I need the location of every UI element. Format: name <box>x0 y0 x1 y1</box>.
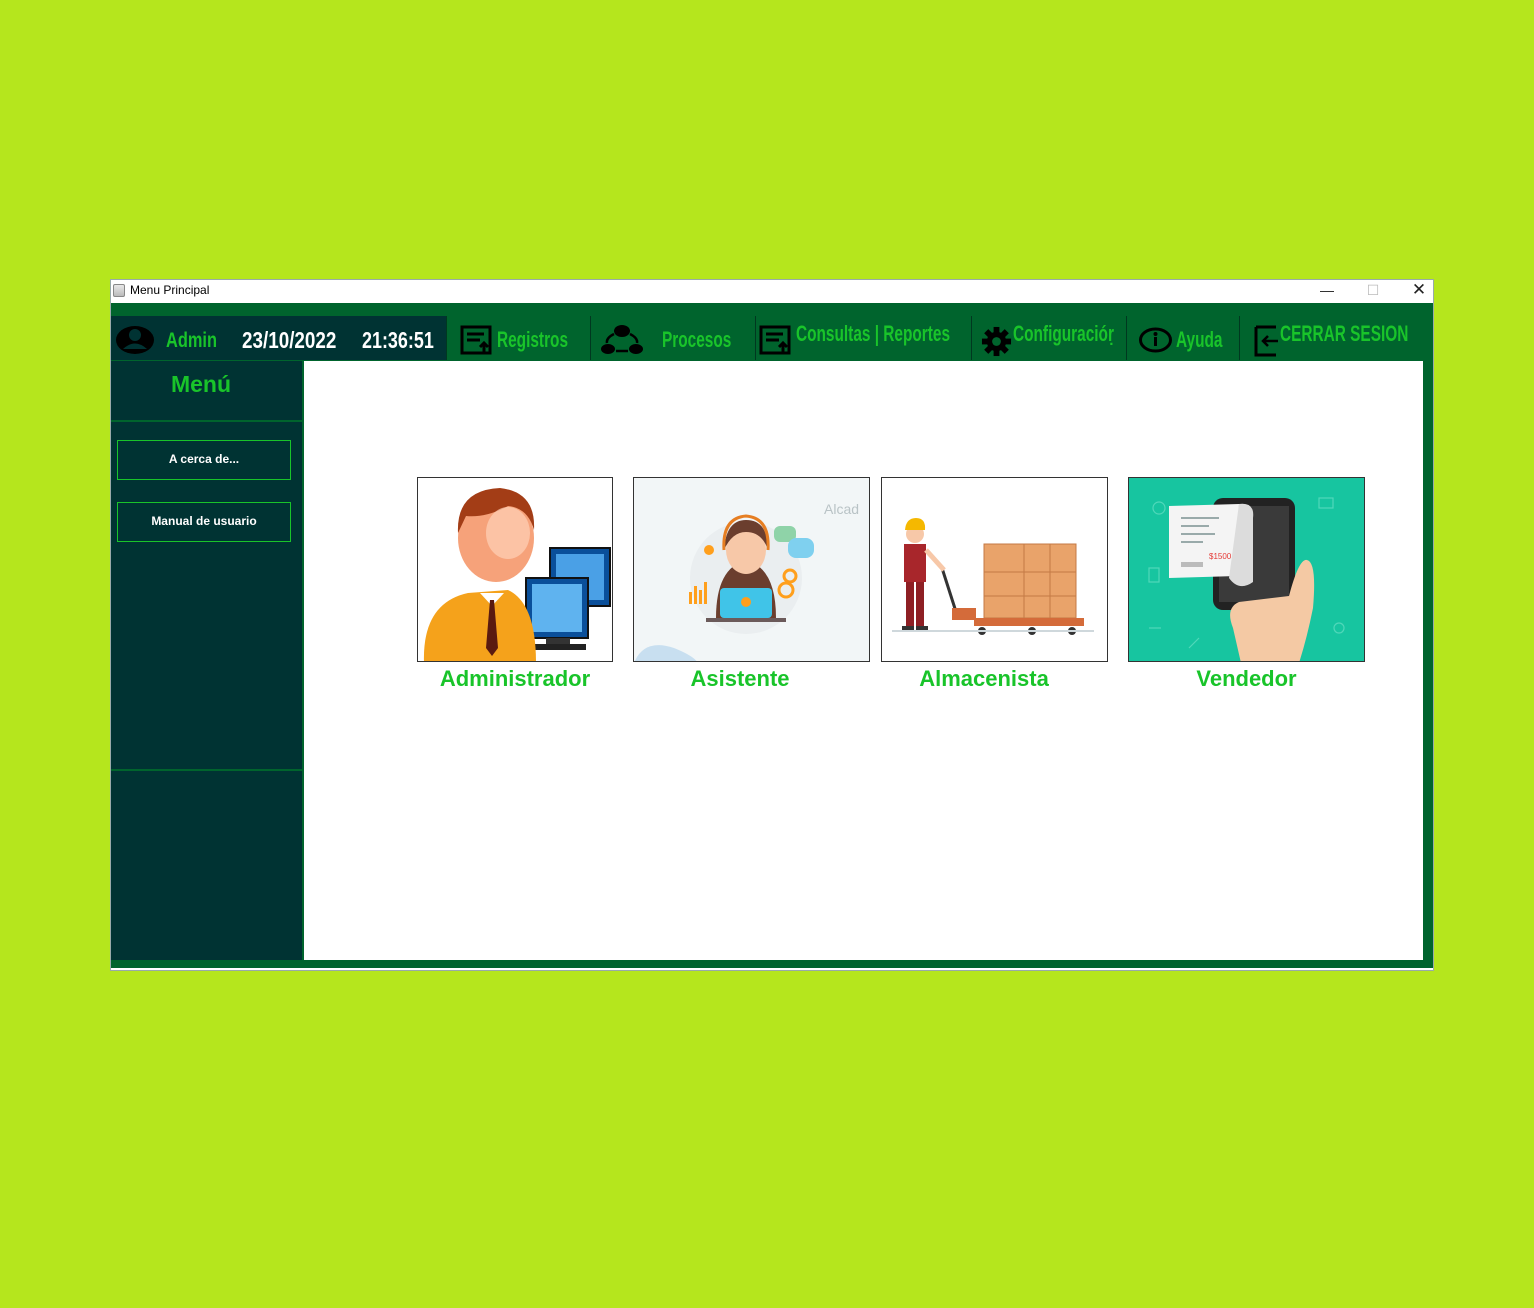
user-panel: Admin 23/10/2022 21:36:51 <box>111 316 446 360</box>
administrator-illustration <box>424 488 611 661</box>
consultas-reportes-button[interactable]: Consultas | Reportes <box>755 316 971 360</box>
time-label: 21:36:51 <box>362 327 434 353</box>
registros-button[interactable]: Registros <box>446 316 590 360</box>
title-bar: Menu Principal — ☐ ✕ <box>111 280 1433 303</box>
registros-label: Registros <box>497 327 569 352</box>
cerrar-sesion-label: CERRAR SESION <box>1280 321 1409 346</box>
sidebar: Menú A cerca de... Manual de usuario <box>111 361 304 960</box>
seller-phone-illustration: $1500 <box>1148 497 1345 661</box>
menu-title: Menú <box>170 371 232 397</box>
main-window: Menu Principal — ☐ ✕ Admin 23/10/2022 21… <box>110 279 1434 971</box>
receipt-amount: $1500 <box>1209 552 1232 561</box>
content-panel: Administrador Alcad Asistente Almacenist… <box>304 364 1423 958</box>
logout-icon <box>1254 325 1278 357</box>
user-manual-button[interactable]: Manual de usuario <box>117 502 291 542</box>
bottom-frame <box>111 960 1433 968</box>
right-frame <box>1423 361 1433 960</box>
minimize-button[interactable]: — <box>1304 280 1350 302</box>
ayuda-button[interactable]: Ayuda <box>1126 316 1239 360</box>
gear-icon <box>981 326 1012 357</box>
about-button[interactable]: A cerca de... <box>117 440 291 480</box>
top-stripe <box>111 303 1433 313</box>
procesos-label: Procesos <box>662 327 732 352</box>
warehouse-worker-illustration <box>892 518 1094 635</box>
username-label: Admin <box>166 329 217 352</box>
toolbar: Admin 23/10/2022 21:36:51 Registros Proc… <box>111 313 1433 361</box>
report-icon <box>759 325 791 355</box>
seller-card[interactable]: $1500 <box>1128 477 1365 662</box>
assistant-illustration: Alcad <box>634 501 859 661</box>
registry-icon <box>460 325 492 355</box>
configuracion-label: Configuracióṛ <box>1013 321 1114 346</box>
warehouse-card[interactable] <box>881 477 1108 662</box>
menu-divider <box>111 420 302 422</box>
info-icon <box>1139 327 1172 353</box>
window-title: Menu Principal <box>130 283 210 297</box>
administrator-label: Administrador <box>439 666 591 691</box>
warehouse-label: Almacenista <box>919 666 1049 691</box>
close-button[interactable]: ✕ <box>1396 280 1442 302</box>
assistant-watermark: Alcad <box>824 501 859 517</box>
assistant-label: Asistente <box>690 666 790 691</box>
date-label: 23/10/2022 <box>242 327 337 353</box>
sidebar-divider <box>111 769 302 771</box>
cerrar-sesion-button[interactable]: CERRAR SESION <box>1239 316 1431 360</box>
administrator-card[interactable] <box>417 477 613 662</box>
configuracion-button[interactable]: Configuracióṛ <box>971 316 1126 360</box>
procesos-button[interactable]: Procesos <box>590 316 755 360</box>
ayuda-label: Ayuda <box>1176 327 1223 352</box>
java-app-icon <box>113 284 125 297</box>
user-icon <box>116 326 154 354</box>
maximize-button[interactable]: ☐ <box>1350 280 1396 302</box>
process-icon <box>601 325 643 354</box>
consultas-reportes-label: Consultas | Reportes <box>796 321 951 346</box>
seller-label: Vendedor <box>1196 666 1297 691</box>
assistant-card[interactable]: Alcad <box>633 477 870 662</box>
